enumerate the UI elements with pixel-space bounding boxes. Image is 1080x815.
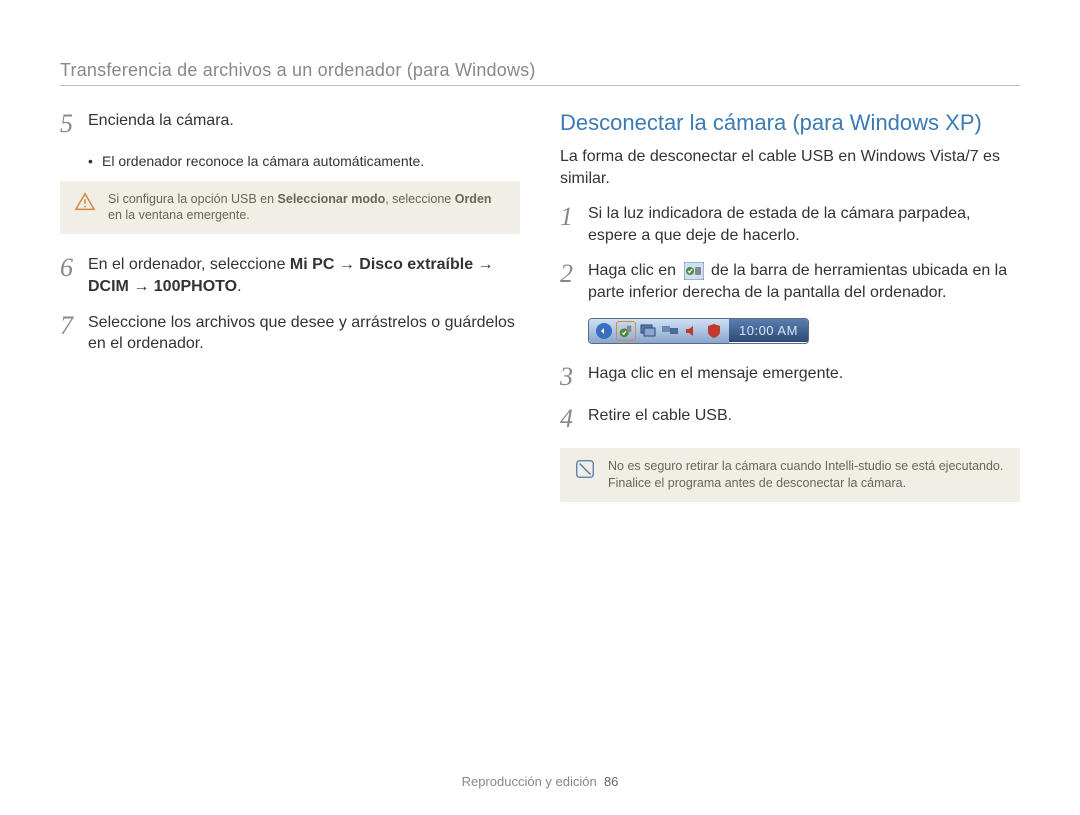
tray-displays-icon <box>661 322 679 340</box>
tray-volume-icon <box>683 322 701 340</box>
step-number: 6 <box>60 254 88 297</box>
step-text: Si la luz indicadora de estada de la cám… <box>588 203 1020 246</box>
step-text: En el ordenador, seleccione Mi PC → Disc… <box>88 254 520 297</box>
tray-shield-icon <box>705 322 723 340</box>
tray-monitor-icon <box>639 322 657 340</box>
step-3: 3 Haga clic en el mensaje emergente. <box>560 363 1020 392</box>
step-number: 5 <box>60 110 88 139</box>
step-number: 4 <box>560 405 588 434</box>
step-text: Encienda la cámara. <box>88 110 234 139</box>
tray-clock: 10:00 AM <box>729 319 808 342</box>
step-text: Haga clic en de la barra de herramientas… <box>588 260 1020 303</box>
section-intro: La forma de desconectar el cable USB en … <box>560 146 1020 189</box>
tray-safely-remove-icon <box>617 322 635 340</box>
step-text: Retire el cable USB. <box>588 405 732 434</box>
bullet-dot: • <box>88 153 102 169</box>
step-1: 1 Si la luz indicadora de estada de la c… <box>560 203 1020 246</box>
page-footer: Reproducción y edición 86 <box>0 774 1080 789</box>
step-number: 2 <box>560 260 588 303</box>
info-note: No es seguro retirar la cámara cuando In… <box>560 448 1020 502</box>
step-5-bullet: • El ordenador reconoce la cámara automá… <box>88 153 520 169</box>
info-icon <box>574 458 596 492</box>
step-6: 6 En el ordenador, seleccione Mi PC → Di… <box>60 254 520 297</box>
tray-nav-icon <box>595 322 613 340</box>
system-tray-illustration: 10:00 AM <box>588 318 1020 345</box>
step-2: 2 Haga clic en de la barra de herramient… <box>560 260 1020 303</box>
warning-note: Si configura la opción USB en Selecciona… <box>60 181 520 235</box>
warning-text: Si configura la opción USB en Selecciona… <box>108 191 506 225</box>
right-column: Desconectar la cámara (para Windows XP) … <box>560 110 1020 522</box>
step-5: 5 Encienda la cámara. <box>60 110 520 139</box>
step-number: 1 <box>560 203 588 246</box>
step-number: 3 <box>560 363 588 392</box>
page-number: 86 <box>604 774 618 789</box>
step-7: 7 Seleccione los archivos que desee y ar… <box>60 312 520 355</box>
bullet-text: El ordenador reconoce la cámara automáti… <box>102 153 424 169</box>
step-4: 4 Retire el cable USB. <box>560 405 1020 434</box>
warning-icon <box>74 191 96 225</box>
info-text: No es seguro retirar la cámara cuando In… <box>608 458 1006 492</box>
content-columns: 5 Encienda la cámara. • El ordenador rec… <box>60 110 1020 522</box>
step-text: Haga clic en el mensaje emergente. <box>588 363 843 392</box>
step-number: 7 <box>60 312 88 355</box>
footer-section: Reproducción y edición <box>462 774 597 789</box>
safely-remove-icon <box>684 262 704 280</box>
section-title: Desconectar la cámara (para Windows XP) <box>560 110 1020 136</box>
left-column: 5 Encienda la cámara. • El ordenador rec… <box>60 110 520 522</box>
tray-icons-area <box>589 319 729 343</box>
page-header: Transferencia de archivos a un ordenador… <box>60 60 1020 86</box>
step-text: Seleccione los archivos que desee y arrá… <box>88 312 520 355</box>
